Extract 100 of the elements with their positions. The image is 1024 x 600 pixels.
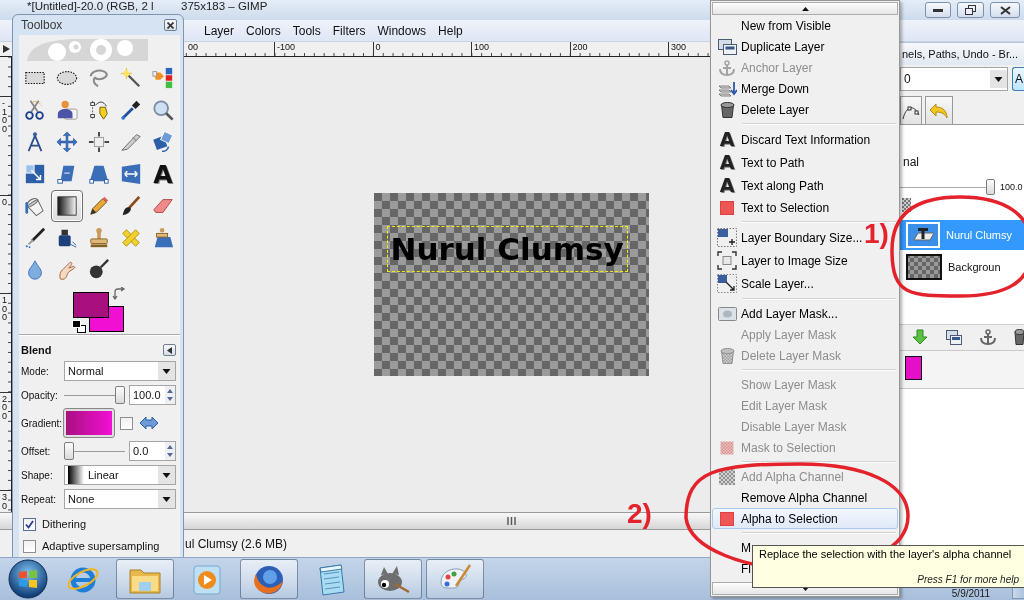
swap-arrows-icon[interactable]	[139, 416, 159, 430]
menu-item[interactable]: Fl	[712, 558, 752, 579]
taskbar-button[interactable]	[116, 559, 174, 599]
checkbox[interactable]	[23, 517, 36, 531]
trash-icon	[719, 101, 735, 118]
image-select[interactable]: 0	[900, 67, 1008, 91]
duplicate-layer-icon[interactable]	[946, 329, 962, 345]
letter-a-icon: A	[719, 176, 735, 195]
menu-item[interactable]: Layer Boundary Size...	[712, 226, 864, 249]
trapezoid-panel-icon	[88, 163, 110, 185]
menu-item[interactable]: Duplicate Layer	[712, 36, 826, 57]
trash-icon[interactable]	[1014, 329, 1024, 345]
auto-button[interactable]: A	[1012, 67, 1024, 91]
minimize-button[interactable]	[925, 2, 951, 18]
taskbar-button[interactable]	[240, 559, 298, 599]
menu-item[interactable]: Delete Layer	[712, 99, 811, 120]
text-tool-button[interactable]: A	[147, 158, 179, 190]
menu-item[interactable]: M	[712, 537, 752, 558]
menu-item[interactable]: Text to Selection	[712, 197, 831, 218]
menu-item[interactable]: New from Visible	[712, 15, 832, 36]
anchor-icon	[718, 59, 736, 76]
menu-item[interactable]: Remove Alpha Channel	[712, 487, 869, 508]
selection-square-icon	[720, 200, 734, 215]
dock-tab[interactable]	[900, 96, 922, 124]
magic-wand-icon	[120, 67, 142, 89]
down-arrow-icon[interactable]	[912, 329, 928, 345]
anchor-icon[interactable]	[980, 329, 996, 345]
ruler-label: 200	[2, 394, 8, 420]
menu-item[interactable]: Merge Down	[712, 78, 811, 99]
options-menu-button[interactable]	[163, 344, 176, 356]
layer-row[interactable]: Backgroun	[900, 252, 1005, 282]
menu-item[interactable]: Help	[432, 21, 469, 40]
duplicate-layer-icon	[717, 38, 737, 55]
close-button[interactable]	[990, 2, 1020, 18]
taskbar-button[interactable]	[364, 559, 422, 599]
ruler-label: -100	[2, 99, 8, 133]
minimize-icon	[933, 8, 943, 12]
checkbox[interactable]	[120, 416, 133, 430]
checkbox[interactable]	[23, 539, 36, 553]
checkbox-label: Dithering	[42, 518, 87, 530]
text-layer-thumbnail-icon	[906, 222, 940, 248]
scissors-icon	[24, 99, 46, 121]
status-text: ul Clumsy (2.6 MB)	[185, 536, 288, 551]
menu-item[interactable]: Tools	[286, 21, 327, 40]
window-title: *[Untitled]-20.0 (RGB, 2 l	[27, 0, 155, 13]
tooltip-text: Replace the selection with the layer's alpha channel	[759, 548, 1013, 560]
window-title: 375x183 – GIMP	[181, 0, 268, 13]
default-colors-icon[interactable]	[72, 320, 86, 333]
dock-tab[interactable]	[925, 96, 953, 124]
annotation-label: 1)	[864, 220, 889, 248]
up-arrow-icon	[801, 6, 809, 11]
slider-thumb[interactable]	[64, 442, 74, 460]
menu-item[interactable]: Colors	[240, 21, 287, 40]
finger-icon	[56, 259, 78, 281]
merge-down-icon	[717, 80, 737, 97]
checkered-square-icon	[720, 440, 734, 455]
menu-arrow-icon[interactable]	[2, 45, 10, 53]
align-arrows-icon	[88, 131, 110, 153]
checkbox-label: Adaptive supersampling	[42, 540, 160, 552]
mode-value: nal	[902, 155, 919, 171]
menu-item[interactable]: Layer	[198, 21, 241, 40]
menu-item[interactable]: Scale Layer...	[712, 272, 815, 295]
start-orb-icon[interactable]	[6, 559, 50, 599]
foreground-color-icon[interactable]	[73, 292, 109, 318]
menu-item[interactable]: Alpha to Selection	[712, 508, 898, 529]
scale-icon	[24, 163, 46, 185]
slider-thumb[interactable]	[986, 179, 995, 195]
menu-item[interactable]: Add Layer Mask...	[712, 303, 839, 324]
toolbox-title: Toolbox	[21, 18, 63, 32]
close-button[interactable]	[164, 19, 177, 31]
menu-item[interactable]: Windows	[371, 21, 433, 40]
undo-arrow-icon	[929, 101, 949, 120]
gradient-preview-icon	[68, 466, 84, 484]
shape-dropdown[interactable]: Linear	[64, 465, 176, 485]
layer-boundary-icon	[717, 228, 737, 247]
repeat-dropdown[interactable]: None	[64, 489, 176, 509]
gradient-button[interactable]	[64, 409, 114, 437]
menu-item[interactable]: A Text along Path	[712, 174, 825, 197]
option-label: Opacity:	[21, 389, 58, 401]
swap-arrow-icon[interactable]	[112, 287, 126, 300]
menu-item[interactable]: Filters	[326, 21, 372, 40]
menu-item[interactable]: A Discard Text Information	[712, 128, 872, 151]
stamp-icon	[88, 227, 110, 249]
option-label: Mode:	[21, 365, 49, 377]
slider-thumb[interactable]	[115, 386, 125, 404]
opacity-field[interactable]: 100.0	[129, 385, 176, 405]
menu-item[interactable]: A Text to Path	[712, 151, 806, 174]
mode-dropdown[interactable]: Normal	[64, 361, 176, 381]
tool-button[interactable]	[51, 190, 83, 222]
offset-field[interactable]: 0.0	[129, 441, 176, 461]
taskbar-button[interactable]	[426, 559, 484, 599]
magnifier-icon	[152, 99, 174, 121]
round-paddle-icon	[88, 259, 110, 281]
menu-item[interactable]: Layer to Image Size	[712, 249, 849, 272]
opacity-value: 100.0	[1000, 182, 1024, 192]
rotate-icon	[152, 131, 174, 153]
eyedropper-icon	[120, 99, 142, 121]
restore-button[interactable]	[957, 2, 984, 18]
opacity-slider[interactable]	[900, 179, 995, 195]
color-swatch-icon[interactable]	[905, 355, 922, 380]
